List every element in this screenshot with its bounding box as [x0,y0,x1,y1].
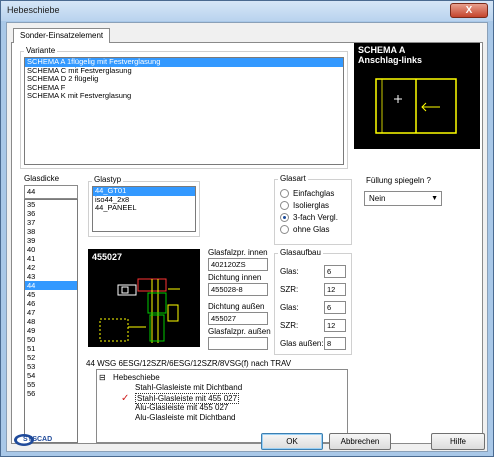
tree-item[interactable]: Stahl-Glasleiste mit Dichtband [135,383,242,392]
radio-label: 3-fach Vergl. [293,213,338,222]
chevron-down-icon: ▼ [431,195,438,202]
list-item[interactable]: 43 [25,272,77,281]
schema-preview: SCHEMA A Anschlag-links [354,43,480,149]
list-item[interactable]: 42 [25,263,77,272]
glasaufbau-row-label: SZR: [280,285,299,294]
glasaufbau-label: Glasaufbau [278,248,323,257]
dichtung-innen-label: Dichtung innen [208,273,262,282]
glasart-radio[interactable]: Isolierglas [280,201,329,210]
list-item[interactable]: 39 [25,236,77,245]
list-item[interactable]: 56 [25,389,77,398]
glasart-radio[interactable]: Einfachglas [280,189,334,198]
schema-title: SCHEMA A [358,45,406,55]
check-icon: ✓ [121,393,130,404]
list-item[interactable]: SCHEMA D 2 flügelig [25,74,343,84]
glasfalzpr-innen-field[interactable]: 402120ZS [208,258,268,271]
tree-item[interactable]: Alu-Glasleiste mit Dichtband [135,413,235,422]
glasfalzpr-innen-label: Glasfalzpr. innen [208,248,268,257]
glasdicke-input[interactable]: 44 [24,185,78,199]
radio-circle[interactable] [280,189,289,198]
glasleiste-tree[interactable]: ⊟ Hebeschiebe Stahl-Glasleiste mit Dicht… [96,369,348,443]
cancel-button[interactable]: Abbrechen [329,433,391,450]
list-item[interactable]: 54 [25,371,77,380]
glasaufbau-row-value[interactable]: 12 [324,283,346,296]
dialog-window: Hebeschiebe X Sonder-Einsatzelement Vari… [0,0,494,457]
glasart-radio[interactable]: 3-fach Vergl. [280,213,338,222]
list-item[interactable]: 46 [25,299,77,308]
help-button[interactable]: Hilfe [431,433,485,450]
close-button[interactable]: X [450,3,488,18]
list-item[interactable]: 37 [25,218,77,227]
radio-circle[interactable] [280,213,289,222]
list-item[interactable]: 35 [25,200,77,209]
glasaufbau-row-value[interactable]: 12 [324,319,346,332]
list-item[interactable]: 40 [25,245,77,254]
glastyp-listbox[interactable]: 44_GT01 iso44_2x8 44_PANEEL [92,186,196,232]
fuellung-select[interactable]: Nein ▼ [364,191,442,206]
profile-preview: 455027 [88,249,200,347]
glasfalzpr-aussen-field[interactable] [208,337,268,350]
dichtung-innen-field[interactable]: 455028-8 [208,283,268,296]
fuellung-value: Nein [369,194,386,203]
list-item[interactable]: 44 [25,281,77,290]
glasaufbau-row-value[interactable]: 6 [324,265,346,278]
list-item[interactable]: 53 [25,362,77,371]
ok-button[interactable]: OK [261,433,323,450]
glasdicke-label: Glasdicke [24,174,60,183]
glasfalzpr-aussen-label: Glasfalzpr. außen [208,327,271,336]
list-item[interactable]: 44_PANEEL [93,203,195,213]
list-item[interactable]: 48 [25,317,77,326]
glastyp-label: Glastyp [92,175,124,184]
variante-label: Variante [24,46,58,55]
list-item[interactable]: 38 [25,227,77,236]
title-bar[interactable]: Hebeschiebe X [1,1,493,21]
dialog-client: Sonder-Einsatzelement Variante SCHEMA A … [6,22,488,452]
profile-drawing [99,278,180,343]
list-item[interactable]: 47 [25,308,77,317]
schema-diagram [375,78,457,134]
tab-panel: Variante SCHEMA A 1flügelig mit Festverg… [11,42,483,444]
radio-label: ohne Glas [293,225,330,234]
glasaufbau-row-label: Glas: [280,303,299,312]
window-title: Hebeschiebe [7,5,60,15]
list-item[interactable]: 45 [25,290,77,299]
logo-text: SYSCAD [23,436,53,443]
glasart-label: Glasart [278,174,308,183]
tab-sonder-einsatzelement[interactable]: Sonder-Einsatzelement [13,28,111,43]
dichtung-aussen-label: Dichtung außen [208,302,265,311]
radio-label: Isolierglas [293,201,330,210]
dichtung-aussen-field[interactable]: 455027 [208,312,268,325]
tree-root[interactable]: Hebeschiebe [113,373,160,382]
variante-listbox[interactable]: SCHEMA A 1flügelig mit Festverglasung SCH… [24,57,344,165]
glasaufbau-row-label: Glas außen: [280,339,324,348]
list-item[interactable]: 55 [25,380,77,389]
schema-subtitle: Anschlag-links [358,55,423,65]
syscad-logo: SYSCAD [13,433,52,449]
glass-description: 44 WSG 6ESG/12SZR/6ESG/12SZR/8VSG(f) nac… [86,359,292,368]
list-item[interactable]: 49 [25,326,77,335]
fuellung-label: Füllung spiegeln ? [366,176,431,185]
glasdicke-listbox[interactable]: 35 36 37 38 39 40 41 42 43 44 45 46 47 48 49 50 51 52 53 54… [24,199,78,443]
list-item[interactable]: 41 [25,254,77,263]
glasaufbau-row-value[interactable]: 6 [324,301,346,314]
list-item[interactable]: SCHEMA K mit Festverglasung [25,91,343,101]
glasaufbau-row-label: SZR: [280,321,299,330]
list-item[interactable]: 51 [25,344,77,353]
tree-expander-icon[interactable]: ⊟ [99,373,106,382]
list-item[interactable]: 52 [25,353,77,362]
list-item[interactable]: 50 [25,335,77,344]
radio-circle[interactable] [280,201,289,210]
list-item[interactable]: 36 [25,209,77,218]
radio-circle[interactable] [280,225,289,234]
tree-item[interactable]: Alu-Glasleiste mit 455 027 [135,403,228,412]
radio-label: Einfachglas [293,189,335,198]
glasaufbau-row-label: Glas: [280,267,299,276]
glasart-radio[interactable]: ohne Glas [280,225,329,234]
glasaufbau-row-value[interactable]: 8 [324,337,346,350]
